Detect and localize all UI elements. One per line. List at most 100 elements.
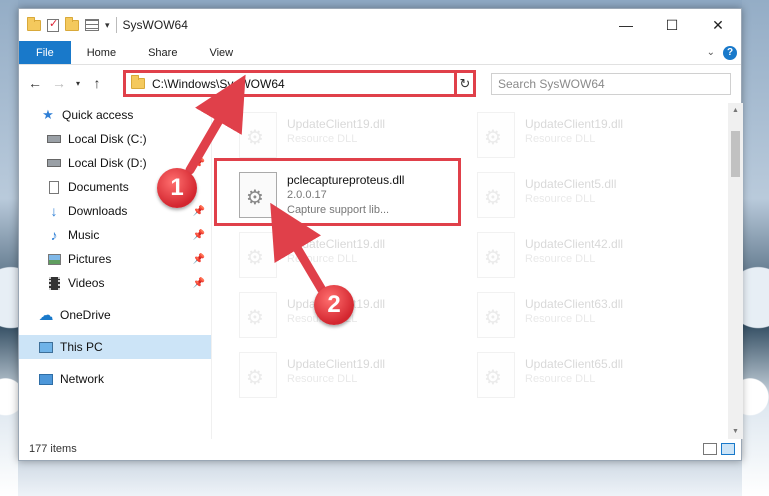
scroll-down-icon[interactable]: ▼ (732, 428, 739, 435)
pin-icon: 📌 (192, 277, 205, 289)
scrollbar-thumb[interactable] (731, 131, 740, 177)
this-pc-icon (39, 341, 53, 353)
step-1-callout: 1 (157, 168, 197, 208)
minimize-button[interactable]: — (603, 9, 649, 41)
folder-icon (27, 16, 41, 31)
file-type: Resource DLL (287, 133, 358, 145)
file-item[interactable]: UpdateClient19.dll Resource DLL (235, 109, 465, 163)
desktop-background-left (0, 0, 18, 496)
address-path[interactable]: C:\Windows\SysWOW64 (152, 77, 456, 91)
pane-splitter[interactable] (211, 103, 212, 439)
expand-ribbon-chevron-icon[interactable]: ⌄ (707, 47, 715, 58)
tab-home[interactable]: Home (71, 41, 132, 64)
up-button[interactable]: ↑ (87, 73, 107, 93)
downloads-icon: ↓ (50, 203, 58, 219)
nav-label: Documents (68, 180, 129, 194)
refresh-button[interactable]: ↻ (454, 70, 476, 97)
file-item[interactable]: UpdateClient65.dll Resource DLL (473, 349, 703, 403)
scroll-up-icon[interactable]: ▲ (732, 107, 739, 114)
nav-item-quick-access[interactable]: ★ Quick access (19, 103, 211, 127)
pin-icon: 📌 (192, 157, 205, 169)
nav-item-this-pc[interactable]: This PC (19, 335, 211, 359)
file-type: Resource DLL (525, 313, 596, 325)
dll-file-icon (477, 172, 515, 218)
file-item[interactable]: UpdateClient19.dll Resource DLL (235, 229, 465, 283)
tab-share[interactable]: Share (132, 41, 193, 64)
search-input[interactable]: Search SysWOW64 (491, 73, 731, 95)
file-item[interactable]: UpdateClient63.dll Resource DLL (473, 289, 703, 343)
file-item[interactable]: UpdateClient19.dll Resource DLL (235, 349, 465, 403)
pin-icon: 📌 (192, 205, 205, 217)
dll-file-icon (477, 292, 515, 338)
file-type: Resource DLL (525, 133, 596, 145)
ribbon-tabs: File Home Share View ⌄ ? (19, 41, 741, 65)
file-version: 2.0.0.17 (287, 189, 327, 201)
file-type: Resource DLL (287, 253, 358, 265)
dll-file-icon (239, 352, 277, 398)
forward-button[interactable]: → (49, 73, 69, 93)
disk-icon (47, 159, 61, 167)
help-icon[interactable]: ? (723, 45, 737, 60)
file-type: Resource DLL (525, 253, 596, 265)
file-list: UpdateClient19.dll Resource DLL UpdateCl… (215, 103, 727, 439)
file-name: UpdateClient19.dll (287, 357, 386, 371)
nav-label: Local Disk (D:) (68, 156, 147, 170)
back-button[interactable]: ← (25, 73, 45, 93)
file-name: pclecaptureproteus.dll (287, 173, 405, 187)
nav-item-videos[interactable]: Videos 📌 (19, 271, 211, 295)
tiles-view-icon[interactable] (721, 443, 735, 455)
nav-label: Network (60, 372, 105, 386)
file-name: UpdateClient5.dll (525, 177, 617, 191)
recent-locations-dropdown-icon[interactable]: ▾ (73, 73, 83, 93)
tab-view[interactable]: View (193, 41, 249, 64)
nav-label: OneDrive (60, 308, 111, 322)
customize-toolbar-dropdown-icon[interactable]: ▾ (105, 20, 110, 31)
file-explorer-window: ▾ SysWOW64 — ☐ ✕ File Home Share View ⌄ … (18, 8, 743, 461)
vertical-scrollbar[interactable]: ▲ ▼ (728, 103, 743, 439)
step-2-callout: 2 (314, 285, 354, 325)
view-options-icon[interactable] (85, 19, 99, 31)
ribbon-right-controls: ⌄ ? (707, 41, 741, 64)
nav-item-pictures[interactable]: Pictures 📌 (19, 247, 211, 271)
file-name: UpdateClient65.dll (525, 357, 624, 371)
dll-file-icon (239, 292, 277, 338)
dll-file-icon (239, 232, 277, 278)
nav-label: Pictures (68, 252, 112, 266)
address-bar[interactable]: C:\Windows\SysWOW64 ▾ (123, 70, 475, 97)
file-type: Resource DLL (287, 373, 358, 385)
music-icon: ♪ (50, 227, 58, 243)
dll-file-icon (239, 172, 277, 218)
file-name: UpdateClient63.dll (525, 297, 624, 311)
view-toggle (703, 443, 743, 455)
tab-file[interactable]: File (19, 41, 71, 64)
nav-label: This PC (60, 340, 103, 354)
file-item[interactable]: UpdateClient42.dll Resource DLL (473, 229, 703, 283)
network-icon (39, 373, 53, 385)
close-button[interactable]: ✕ (695, 9, 741, 41)
title-bar: ▾ SysWOW64 — ☐ ✕ (19, 9, 741, 41)
new-folder-icon[interactable] (65, 16, 79, 31)
file-item[interactable]: UpdateClient5.dll Resource DLL (473, 169, 703, 223)
file-item-pclecaptureproteus[interactable]: pclecaptureproteus.dll 2.0.0.17 Capture … (235, 169, 465, 223)
refresh-icon: ↻ (459, 75, 471, 91)
navigation-pane: ★ Quick access Local Disk (C:) Local Dis… (19, 103, 211, 439)
file-item[interactable]: UpdateClient19.dll Resource DLL (473, 109, 703, 163)
nav-item-local-disk-c[interactable]: Local Disk (C:) (19, 127, 211, 151)
maximize-button[interactable]: ☐ (649, 9, 695, 41)
nav-item-music[interactable]: ♪ Music 📌 (19, 223, 211, 247)
quick-access-toolbar: ▾ (19, 16, 110, 32)
properties-icon[interactable] (47, 17, 59, 32)
window-title: SysWOW64 (122, 18, 188, 32)
pin-icon: 📌 (192, 253, 205, 265)
pictures-icon (47, 253, 61, 265)
nav-item-onedrive[interactable]: ☁ OneDrive (19, 303, 211, 327)
status-bar: 177 items (19, 438, 743, 460)
file-type: Resource DLL (525, 193, 596, 205)
nav-item-network[interactable]: Network (19, 367, 211, 391)
file-description: Capture support lib... (287, 204, 390, 216)
nav-label: Downloads (68, 204, 128, 218)
dll-file-icon (239, 112, 277, 158)
file-name: UpdateClient19.dll (287, 237, 386, 251)
details-view-icon[interactable] (703, 443, 717, 455)
documents-icon (49, 180, 59, 194)
